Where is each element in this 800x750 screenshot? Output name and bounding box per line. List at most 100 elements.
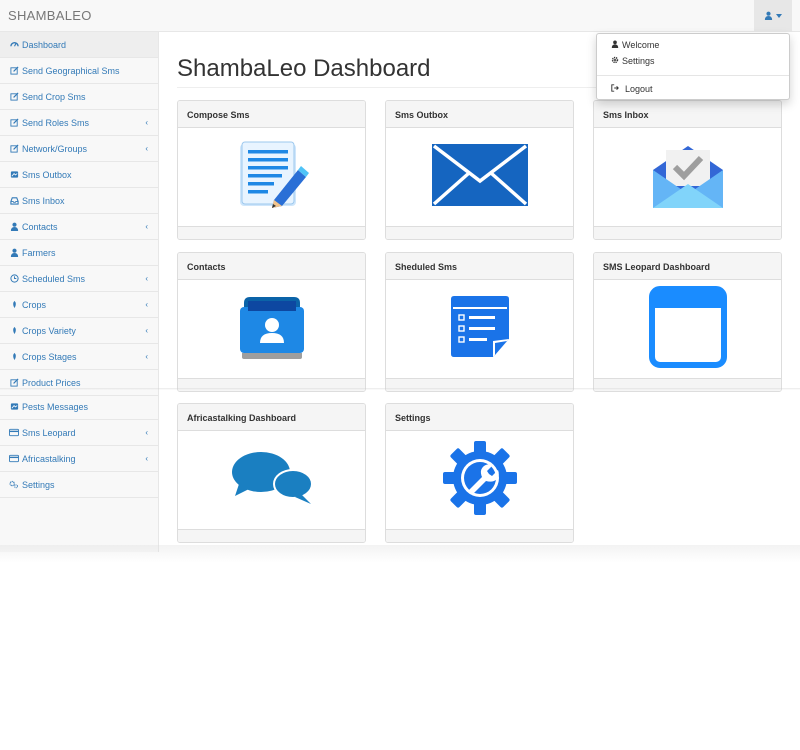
sidebar-item-sms-outbox[interactable]: Sms Outbox bbox=[0, 162, 158, 188]
sidebar-item-label: Sms Leopard bbox=[22, 427, 76, 438]
image-icon bbox=[9, 402, 19, 412]
panel-title: SMS Leopard Dashboard bbox=[594, 253, 781, 280]
sidebar-item-network-groups[interactable]: Network/Groups ‹ bbox=[0, 136, 158, 162]
page-bottom-shadow bbox=[0, 545, 800, 563]
sidebar-item-africastalking[interactable]: Africastalking ‹ bbox=[0, 446, 158, 472]
wrench-gear-icon bbox=[442, 440, 518, 521]
panel-body bbox=[386, 128, 573, 227]
sidebar-item-label: Crops bbox=[22, 299, 47, 310]
sidebar-item-crops[interactable]: Crops ‹ bbox=[0, 292, 158, 318]
sidebar-item-label: Send Geographical Sms bbox=[22, 65, 120, 76]
edit-icon bbox=[9, 118, 19, 128]
chevron-left-icon: ‹ bbox=[145, 454, 148, 463]
sidebar-item-product-prices[interactable]: Product Prices bbox=[0, 370, 158, 396]
user-icon bbox=[764, 7, 773, 25]
panel-footer bbox=[178, 529, 365, 542]
menu-item-settings[interactable]: Settings bbox=[611, 56, 655, 66]
envelope-icon bbox=[431, 143, 529, 212]
menu-divider bbox=[597, 75, 789, 76]
edit-icon bbox=[9, 66, 19, 76]
contacts-icon bbox=[238, 293, 306, 366]
user-icon bbox=[9, 248, 19, 258]
dashboard-icon bbox=[9, 40, 19, 50]
chevron-left-icon: ‹ bbox=[145, 118, 148, 127]
sidebar-item-contacts[interactable]: Contacts ‹ bbox=[0, 214, 158, 240]
panel-body bbox=[594, 280, 781, 379]
sidebar-item-pests-messages[interactable]: Pests Messages bbox=[0, 394, 158, 420]
leaf-icon bbox=[9, 300, 19, 310]
panel-sheduled-sms[interactable]: Sheduled Sms bbox=[385, 252, 574, 392]
sidebar-item-label: Scheduled Sms bbox=[22, 273, 86, 284]
sidebar-item-crops-variety[interactable]: Crops Variety ‹ bbox=[0, 318, 158, 344]
sidebar-item-scheduled-sms[interactable]: Scheduled Sms ‹ bbox=[0, 266, 158, 292]
sidebar-item-send-geographical-sms[interactable]: Send Geographical Sms bbox=[0, 58, 158, 84]
brand-logo[interactable]: SHAMBALEO bbox=[8, 8, 92, 23]
panel-africastalking-dashboard[interactable]: Africastalking Dashboard bbox=[177, 403, 366, 543]
panel-sms-outbox[interactable]: Sms Outbox bbox=[385, 100, 574, 240]
panel-title: Contacts bbox=[178, 253, 365, 280]
menu-item-welcome[interactable]: Welcome bbox=[611, 40, 659, 50]
panel-body bbox=[594, 128, 781, 227]
user-menu-toggle[interactable] bbox=[754, 0, 792, 32]
panel-sms-inbox[interactable]: Sms Inbox bbox=[593, 100, 782, 240]
panel-title: Sms Outbox bbox=[386, 101, 573, 128]
chevron-left-icon: ‹ bbox=[145, 274, 148, 283]
panel-compose-sms[interactable]: Compose Sms bbox=[177, 100, 366, 240]
menu-item-label: Settings bbox=[622, 56, 655, 66]
sidebar-item-settings[interactable]: Settings bbox=[0, 472, 158, 498]
panel-contacts[interactable]: Contacts bbox=[177, 252, 366, 392]
sidebar-item-label: Send Roles Sms bbox=[22, 117, 90, 128]
checklist-icon bbox=[449, 295, 511, 364]
panel-title: Sms Inbox bbox=[594, 101, 781, 128]
sidebar-item-send-roles-sms[interactable]: Send Roles Sms ‹ bbox=[0, 110, 158, 136]
user-icon bbox=[611, 40, 619, 50]
logout-icon bbox=[611, 84, 619, 94]
panel-body bbox=[386, 280, 573, 379]
panel-body bbox=[178, 128, 365, 227]
sidebar-item-label: Crops Variety bbox=[22, 325, 76, 336]
panel-settings[interactable]: Settings bbox=[385, 403, 574, 543]
sidebar-item-label: Network/Groups bbox=[22, 143, 88, 154]
sidebar-item-send-crop-sms[interactable]: Send Crop Sms bbox=[0, 84, 158, 110]
sidebar-item-sms-leopard[interactable]: Sms Leopard ‹ bbox=[0, 420, 158, 446]
user-dropdown-menu: Welcome Settings Logout bbox=[596, 33, 790, 100]
chevron-down-icon bbox=[776, 14, 782, 18]
compose-icon bbox=[234, 140, 310, 215]
sidebar-item-sms-inbox[interactable]: Sms Inbox bbox=[0, 188, 158, 214]
sidebar-item-label: Product Prices bbox=[22, 377, 81, 388]
chevron-left-icon: ‹ bbox=[145, 222, 148, 231]
chevron-left-icon: ‹ bbox=[145, 144, 148, 153]
users-icon bbox=[9, 222, 19, 232]
sidebar-item-label: Sms Outbox bbox=[22, 169, 72, 180]
sidebar-item-label: Pests Messages bbox=[22, 401, 89, 412]
gear-icon bbox=[611, 56, 619, 66]
panel-body bbox=[386, 431, 573, 530]
inbox-tray-icon bbox=[650, 140, 726, 215]
sidebar-item-farmers[interactable]: Farmers bbox=[0, 240, 158, 266]
sidebar-item-crops-stages[interactable]: Crops Stages ‹ bbox=[0, 344, 158, 370]
card-icon bbox=[9, 428, 19, 438]
edit-icon bbox=[9, 92, 19, 102]
panel-title: Africastalking Dashboard bbox=[178, 404, 365, 431]
top-navbar: SHAMBALEO bbox=[0, 0, 800, 32]
clock-icon bbox=[9, 274, 19, 284]
card-icon bbox=[9, 454, 19, 464]
sidebar-item-label: Contacts bbox=[22, 221, 58, 232]
panel-footer bbox=[386, 529, 573, 542]
sidebar-item-dashboard[interactable]: Dashboard bbox=[0, 32, 158, 58]
chevron-left-icon: ‹ bbox=[145, 326, 148, 335]
menu-item-logout[interactable]: Logout bbox=[611, 84, 653, 94]
gears-icon bbox=[9, 480, 19, 490]
panel-sms-leopard-dashboard[interactable]: SMS Leopard Dashboard bbox=[593, 252, 782, 392]
chevron-left-icon: ‹ bbox=[145, 300, 148, 309]
sidebar-item-label: Crops Stages bbox=[22, 351, 77, 362]
sidebar-item-label: Sms Inbox bbox=[22, 195, 65, 206]
page-title: ShambaLeo Dashboard bbox=[177, 55, 431, 82]
viewport-seam bbox=[0, 388, 800, 390]
inbox-icon bbox=[9, 196, 19, 206]
sidebar-nav: Dashboard Send Geographical Sms Send Cro… bbox=[0, 32, 159, 552]
sidebar-item-label: Send Crop Sms bbox=[22, 91, 86, 102]
chat-bubbles-icon bbox=[231, 450, 313, 511]
panel-body bbox=[178, 431, 365, 530]
edit-icon bbox=[9, 144, 19, 154]
